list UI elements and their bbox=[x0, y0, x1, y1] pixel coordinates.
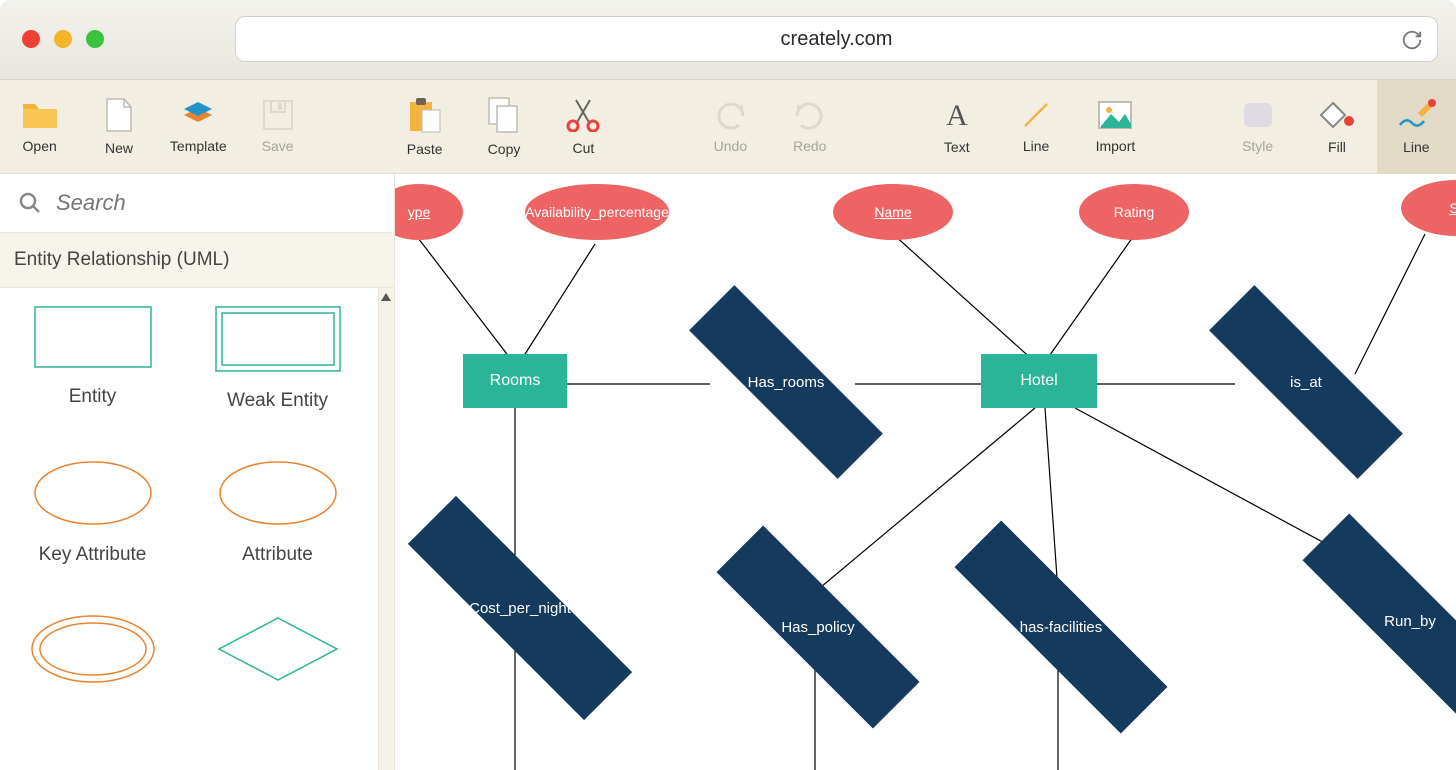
refresh-icon[interactable] bbox=[1401, 29, 1423, 51]
redo-icon bbox=[793, 100, 827, 130]
rel-has-facilities[interactable]: has-facilities bbox=[977, 594, 1145, 660]
open-label: Open bbox=[23, 138, 57, 154]
style-button[interactable]: Style bbox=[1218, 80, 1297, 174]
paste-icon bbox=[408, 97, 442, 133]
close-window-icon[interactable] bbox=[22, 30, 40, 48]
cut-label: Cut bbox=[572, 140, 594, 156]
fill-button[interactable]: Fill bbox=[1297, 80, 1376, 174]
minimize-window-icon[interactable] bbox=[54, 30, 72, 48]
scrollbar[interactable] bbox=[378, 288, 394, 770]
toolbar: Open New Template Save Paste Copy Cut Un… bbox=[0, 80, 1456, 174]
weak-entity-shape-icon bbox=[215, 306, 341, 372]
fill-label: Fill bbox=[1328, 139, 1346, 155]
shape-attribute[interactable]: Attribute bbox=[185, 460, 370, 566]
save-icon bbox=[263, 100, 293, 130]
key-attribute-shape-icon bbox=[33, 460, 153, 526]
redo-label: Redo bbox=[793, 138, 826, 154]
rel-cost-per-night[interactable]: Cost_per_night bbox=[431, 574, 609, 642]
relationship-shape-icon bbox=[215, 614, 341, 684]
text-icon: A bbox=[941, 99, 973, 131]
line-tool-button[interactable]: Line bbox=[996, 80, 1075, 174]
fill-icon bbox=[1319, 99, 1355, 131]
browser-chrome: creately.com bbox=[0, 0, 1456, 80]
search-input[interactable] bbox=[42, 190, 394, 216]
cut-button[interactable]: Cut bbox=[544, 80, 623, 174]
shape-key-attribute-label: Key Attribute bbox=[39, 544, 147, 566]
text-button[interactable]: A Text bbox=[917, 80, 996, 174]
entity-hotel[interactable]: Hotel bbox=[981, 354, 1097, 408]
line-tool-label: Line bbox=[1023, 138, 1049, 154]
rel-has-policy[interactable]: Has_policy bbox=[739, 594, 897, 660]
shape-list: Entity Weak Entity Key Attribute Attribu… bbox=[0, 288, 394, 770]
copy-button[interactable]: Copy bbox=[464, 80, 543, 174]
file-icon bbox=[106, 98, 132, 132]
redo-button[interactable]: Redo bbox=[770, 80, 849, 174]
attr-name[interactable]: Name bbox=[833, 184, 953, 240]
import-label: Import bbox=[1096, 138, 1136, 154]
shape-entity-label: Entity bbox=[69, 386, 117, 408]
shape-attribute-label: Attribute bbox=[242, 544, 313, 566]
shape-search bbox=[0, 174, 394, 232]
window-controls bbox=[22, 30, 104, 48]
line-pencil-icon bbox=[1396, 99, 1436, 131]
shapes-panel: Entity Relationship (UML) Entity Weak En… bbox=[0, 174, 395, 770]
shape-key-attribute[interactable]: Key Attribute bbox=[0, 460, 185, 566]
save-label: Save bbox=[262, 138, 294, 154]
attr-availability[interactable]: Availability_percentage bbox=[525, 184, 669, 240]
diagram-canvas[interactable]: ype Availability_percentage Name Rating … bbox=[395, 174, 1456, 770]
cut-icon bbox=[566, 98, 600, 132]
shape-multivalued[interactable] bbox=[0, 614, 185, 684]
line-button[interactable]: Line bbox=[1377, 80, 1456, 174]
import-icon bbox=[1097, 100, 1133, 130]
template-icon bbox=[180, 100, 216, 130]
copy-label: Copy bbox=[488, 141, 521, 157]
style-label: Style bbox=[1242, 138, 1273, 154]
search-icon bbox=[18, 191, 42, 215]
attribute-shape-icon bbox=[218, 460, 338, 526]
shape-weak-entity-label: Weak Entity bbox=[227, 390, 328, 412]
shape-section-label: Entity Relationship (UML) bbox=[14, 249, 229, 271]
address-url: creately.com bbox=[781, 28, 893, 51]
shape-weak-entity[interactable]: Weak Entity bbox=[185, 306, 370, 412]
template-label: Template bbox=[170, 138, 227, 154]
text-label: Text bbox=[944, 139, 970, 155]
save-button[interactable]: Save bbox=[238, 80, 317, 174]
shape-relationship[interactable] bbox=[185, 614, 370, 684]
address-bar[interactable]: creately.com bbox=[235, 16, 1438, 62]
rel-is-at[interactable]: is_at bbox=[1231, 350, 1381, 414]
undo-label: Undo bbox=[714, 138, 747, 154]
scroll-up-icon[interactable] bbox=[380, 292, 392, 302]
entity-shape-icon bbox=[34, 306, 152, 368]
copy-icon bbox=[488, 97, 520, 133]
svg-text:A: A bbox=[946, 99, 968, 131]
shape-entity[interactable]: Entity bbox=[0, 306, 185, 412]
paste-button[interactable]: Paste bbox=[385, 80, 464, 174]
undo-button[interactable]: Undo bbox=[691, 80, 770, 174]
multivalued-shape-icon bbox=[30, 614, 156, 684]
import-button[interactable]: Import bbox=[1076, 80, 1155, 174]
folder-icon bbox=[21, 100, 59, 130]
template-button[interactable]: Template bbox=[159, 80, 238, 174]
maximize-window-icon[interactable] bbox=[86, 30, 104, 48]
paste-label: Paste bbox=[407, 141, 443, 157]
rel-run-by[interactable]: Run_by bbox=[1325, 588, 1456, 654]
style-icon bbox=[1241, 100, 1275, 130]
new-label: New bbox=[105, 140, 133, 156]
new-button[interactable]: New bbox=[79, 80, 158, 174]
line-label: Line bbox=[1403, 139, 1429, 155]
line-tool-icon bbox=[1021, 100, 1051, 130]
undo-icon bbox=[713, 100, 747, 130]
rel-has-rooms[interactable]: Has_rooms bbox=[711, 350, 861, 414]
attr-rating[interactable]: Rating bbox=[1079, 184, 1189, 240]
open-button[interactable]: Open bbox=[0, 80, 79, 174]
shape-section-header[interactable]: Entity Relationship (UML) bbox=[0, 232, 394, 288]
entity-rooms[interactable]: Rooms bbox=[463, 354, 567, 408]
